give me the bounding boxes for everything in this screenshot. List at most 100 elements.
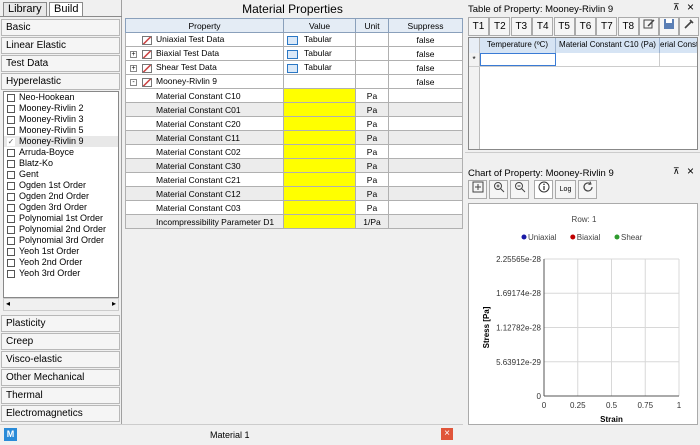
- checkbox[interactable]: [7, 181, 15, 190]
- tab-t5[interactable]: T5: [553, 17, 575, 36]
- property-cell[interactable]: + Shear Test Data: [125, 60, 284, 75]
- collapse-icon[interactable]: -: [130, 78, 137, 86]
- value-cell[interactable]: Tabular: [283, 32, 356, 47]
- tab-t6[interactable]: T6: [575, 17, 596, 36]
- table-row[interactable]: Material Constant C10 Pa: [125, 88, 463, 103]
- checkbox[interactable]: [7, 170, 15, 179]
- column-header-suppress[interactable]: Suppress: [388, 18, 463, 33]
- value-cell[interactable]: Tabular: [283, 46, 356, 61]
- hyperelastic-model-item[interactable]: Yeoh 3rd Order: [4, 268, 118, 279]
- value-input[interactable]: [283, 88, 356, 103]
- value-input[interactable]: [283, 172, 356, 187]
- table-row[interactable]: Material Constant C03 Pa: [125, 200, 463, 215]
- table-cell-c10[interactable]: [556, 53, 660, 66]
- value-cell[interactable]: Tabular: [283, 60, 356, 75]
- hyperelastic-model-item[interactable]: Mooney-Rivlin 5: [4, 125, 118, 136]
- category-thermal[interactable]: Thermal: [1, 387, 120, 404]
- close-document-button[interactable]: ×: [441, 428, 453, 440]
- refresh-button[interactable]: [578, 180, 597, 199]
- value-input[interactable]: [283, 102, 356, 117]
- expand-icon[interactable]: +: [130, 50, 137, 58]
- hyperelastic-model-item[interactable]: Mooney-Rivlin 2: [4, 103, 118, 114]
- table-row[interactable]: - Mooney-Rivlin 9 false: [125, 74, 463, 89]
- document-tab-label[interactable]: Material 1: [210, 430, 250, 440]
- category-plasticity[interactable]: Plasticity: [1, 315, 120, 332]
- zoom-out-button[interactable]: [510, 180, 529, 199]
- checkbox[interactable]: [7, 192, 15, 201]
- checkbox[interactable]: [7, 269, 15, 278]
- hyperelastic-model-item[interactable]: Blatz-Ko: [4, 158, 118, 169]
- checkbox[interactable]: [7, 258, 15, 267]
- table-row[interactable]: Material Constant C21 Pa: [125, 172, 463, 187]
- category-test-data[interactable]: Test Data: [1, 55, 120, 72]
- horizontal-scrollbar[interactable]: ◂ ▸: [3, 298, 119, 311]
- category-creep[interactable]: Creep: [1, 333, 120, 350]
- value-input[interactable]: [283, 144, 356, 159]
- checkmark-icon[interactable]: ✓: [7, 137, 15, 146]
- table-row[interactable]: + Shear Test Data Tabular false: [125, 60, 463, 75]
- category-other-mechanical[interactable]: Other Mechanical: [1, 369, 120, 386]
- checkbox[interactable]: [7, 159, 15, 168]
- tab-t2[interactable]: T2: [489, 17, 511, 36]
- checkbox[interactable]: [7, 104, 15, 113]
- checkbox[interactable]: [7, 236, 15, 245]
- category-electromagnetics[interactable]: Electromagnetics: [1, 405, 120, 422]
- hyperelastic-model-item[interactable]: Ogden 1st Order: [4, 180, 118, 191]
- property-cell[interactable]: Uniaxial Test Data: [125, 32, 284, 47]
- column-header-value[interactable]: Value: [283, 18, 356, 33]
- fit-view-button[interactable]: [468, 180, 487, 199]
- table-row[interactable]: Material Constant C30 Pa: [125, 158, 463, 173]
- tab-t7[interactable]: T7: [596, 17, 618, 36]
- suppress-cell[interactable]: [388, 116, 463, 131]
- tab-t4[interactable]: T4: [532, 17, 554, 36]
- suppress-cell[interactable]: [388, 144, 463, 159]
- tab-t8[interactable]: T8: [617, 17, 639, 36]
- fit-table-button[interactable]: [679, 17, 699, 36]
- log-scale-button[interactable]: Log: [555, 180, 576, 199]
- table-cell-c01[interactable]: [660, 53, 697, 66]
- tab-t3[interactable]: T3: [510, 17, 532, 36]
- suppress-cell[interactable]: [388, 102, 463, 117]
- checkbox[interactable]: [7, 225, 15, 234]
- column-header-property[interactable]: Property: [125, 18, 284, 33]
- checkbox[interactable]: [7, 214, 15, 223]
- table-row[interactable]: Material Constant C11 Pa: [125, 130, 463, 145]
- value-input[interactable]: [283, 116, 356, 131]
- value-input[interactable]: [283, 214, 356, 229]
- info-button[interactable]: [534, 180, 553, 199]
- pin-icon[interactable]: ⊼: [673, 2, 680, 13]
- hyperelastic-model-item[interactable]: Gent: [4, 169, 118, 180]
- checkbox[interactable]: [7, 148, 15, 157]
- category-hyperelastic[interactable]: Hyperelastic: [1, 73, 120, 90]
- tab-library[interactable]: Library: [3, 2, 47, 16]
- column-header-unit[interactable]: Unit: [355, 18, 389, 33]
- checkbox[interactable]: [7, 126, 15, 135]
- table-row[interactable]: Material Constant C01 Pa: [125, 102, 463, 117]
- suppress-cell[interactable]: false: [388, 74, 463, 89]
- close-icon[interactable]: ×: [687, 164, 694, 178]
- property-cell[interactable]: + Biaxial Test Data: [125, 46, 284, 61]
- hyperelastic-model-item[interactable]: Polynomial 1st Order: [4, 213, 118, 224]
- property-cell[interactable]: - Mooney-Rivlin 9: [125, 74, 284, 89]
- table-row[interactable]: Material Constant C02 Pa: [125, 144, 463, 159]
- hyperelastic-model-item[interactable]: ✓ Mooney-Rivlin 9: [4, 136, 118, 147]
- hyperelastic-model-item[interactable]: Yeoh 2nd Order: [4, 257, 118, 268]
- checkbox[interactable]: [7, 247, 15, 256]
- hyperelastic-model-item[interactable]: Arruda-Boyce: [4, 147, 118, 158]
- hyperelastic-model-item[interactable]: Neo-Hookean: [4, 92, 118, 103]
- suppress-cell[interactable]: [388, 130, 463, 145]
- table-cell-temperature[interactable]: [480, 53, 556, 66]
- suppress-cell[interactable]: [388, 186, 463, 201]
- suppress-cell[interactable]: [388, 214, 463, 229]
- hyperelastic-model-item[interactable]: Ogden 3rd Order: [4, 202, 118, 213]
- value-input[interactable]: [283, 186, 356, 201]
- table-row[interactable]: + Biaxial Test Data Tabular false: [125, 46, 463, 61]
- value-cell[interactable]: [283, 74, 356, 89]
- table-row[interactable]: Material Constant C20 Pa: [125, 116, 463, 131]
- checkbox[interactable]: [7, 203, 15, 212]
- suppress-cell[interactable]: [388, 88, 463, 103]
- tab-t1[interactable]: T1: [468, 17, 489, 36]
- hyperelastic-model-item[interactable]: Yeoh 1st Order: [4, 246, 118, 257]
- hyperelastic-model-item[interactable]: Polynomial 3rd Order: [4, 235, 118, 246]
- checkbox[interactable]: [7, 93, 15, 102]
